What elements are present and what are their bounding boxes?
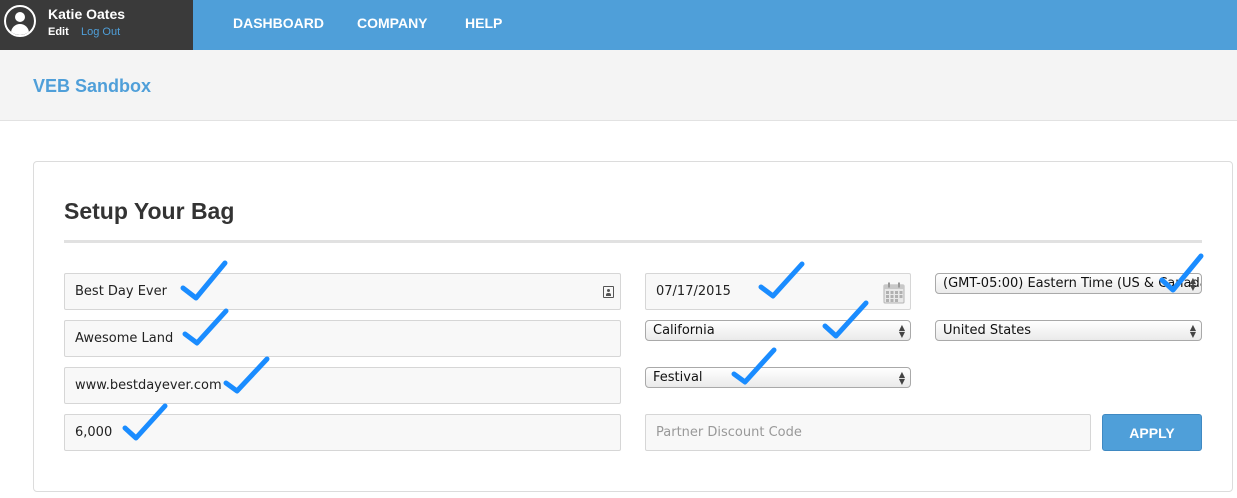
- apply-button[interactable]: APPLY: [1102, 414, 1202, 451]
- date-value: 07/17/2015: [656, 284, 731, 299]
- attendance-value: 6,000: [75, 425, 113, 440]
- contact-card-icon: [603, 286, 614, 298]
- state-select[interactable]: California ▲ ▼: [645, 320, 911, 341]
- user-name: Katie Oates: [48, 6, 126, 22]
- date-input[interactable]: 07/17/2015: [645, 273, 911, 310]
- country-value: United States: [943, 323, 1032, 338]
- website-value: www.bestdayever.com: [75, 378, 222, 393]
- calendar-icon[interactable]: [883, 282, 905, 304]
- nav-company[interactable]: COMPANY: [357, 15, 428, 31]
- card-title: Setup Your Bag: [64, 198, 235, 224]
- discount-code-input[interactable]: Partner Discount Code: [645, 414, 1091, 451]
- timezone-select[interactable]: (GMT-05:00) Eastern Time (US & Canada) ▲…: [935, 273, 1202, 294]
- edit-profile-link[interactable]: Edit: [48, 26, 69, 38]
- select-arrows-icon: ▲ ▼: [898, 370, 905, 386]
- state-value: California: [653, 323, 715, 338]
- page-title: VEB Sandbox: [33, 76, 152, 96]
- event-name-input[interactable]: Best Day Ever: [64, 273, 621, 310]
- country-select[interactable]: United States ▲ ▼: [935, 320, 1202, 341]
- select-arrows-icon: ▲ ▼: [1189, 323, 1196, 339]
- divider: [64, 240, 1202, 243]
- venue-value: Awesome Land: [75, 331, 174, 346]
- nav-dashboard[interactable]: DASHBOARD: [233, 15, 324, 31]
- attendance-input[interactable]: 6,000: [64, 414, 621, 451]
- venue-input[interactable]: Awesome Land: [64, 320, 621, 357]
- page-header: VEB Sandbox: [0, 50, 1237, 121]
- event-name-value: Best Day Ever: [75, 284, 167, 299]
- select-arrows-icon: ▲ ▼: [898, 323, 905, 339]
- top-nav-bar: Katie Oates Edit Log Out DASHBOARD COMPA…: [0, 0, 1237, 50]
- logout-link[interactable]: Log Out: [81, 26, 120, 38]
- select-arrows-icon: ▲ ▼: [1189, 276, 1196, 292]
- nav-help[interactable]: HELP: [465, 15, 502, 31]
- event-type-value: Festival: [653, 370, 703, 385]
- avatar-icon[interactable]: [4, 5, 36, 37]
- user-panel: Katie Oates Edit Log Out: [0, 0, 193, 50]
- timezone-value: (GMT-05:00) Eastern Time (US & Canada): [943, 276, 1202, 291]
- discount-code-placeholder: Partner Discount Code: [656, 425, 802, 440]
- event-type-select[interactable]: Festival ▲ ▼: [645, 367, 911, 388]
- website-input[interactable]: www.bestdayever.com: [64, 367, 621, 404]
